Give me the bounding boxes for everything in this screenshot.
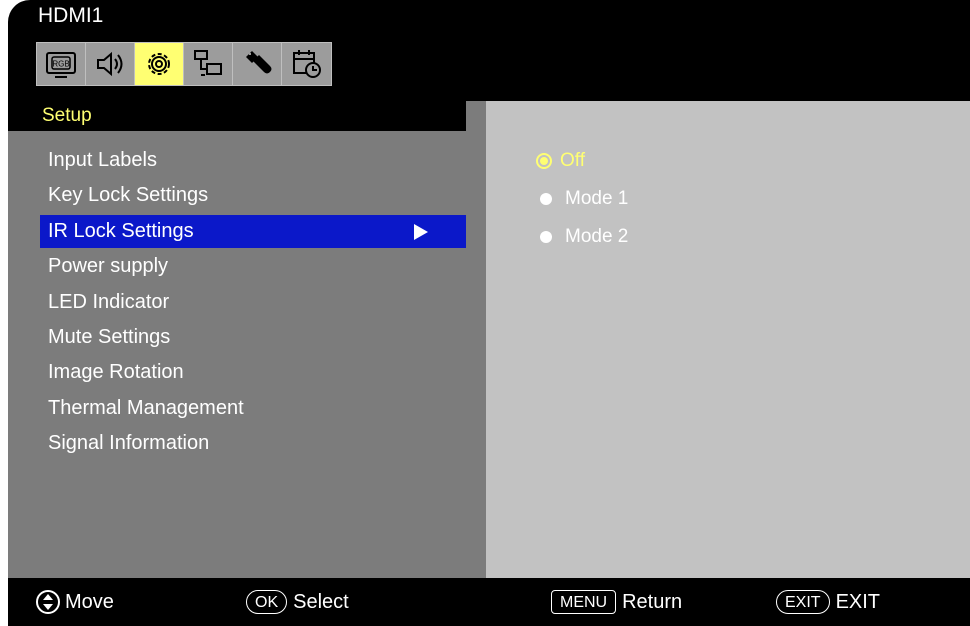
footer-exit[interactable]: EXIT EXIT bbox=[776, 578, 880, 626]
menu-item-label: Key Lock Settings bbox=[48, 184, 209, 207]
submenu-arrow-icon bbox=[414, 223, 428, 240]
tab-picture[interactable]: RGB bbox=[37, 43, 86, 85]
menu-item[interactable]: LED Indicator bbox=[40, 286, 466, 319]
option-item[interactable]: Mode 1 bbox=[536, 188, 628, 210]
option-item[interactable]: Off bbox=[536, 150, 585, 172]
menu-item[interactable]: Power supply bbox=[40, 250, 466, 283]
exit-key-icon: EXIT bbox=[776, 590, 830, 614]
radio-selected-icon bbox=[536, 153, 552, 169]
rgb-picture-icon: RGB bbox=[46, 52, 76, 78]
menu-item-label: Signal Information bbox=[48, 432, 210, 455]
radio-bullet-icon bbox=[540, 193, 552, 205]
menu-key-icon: MENU bbox=[551, 590, 617, 614]
menu-item[interactable]: Thermal Management bbox=[40, 392, 466, 425]
updown-arrow-icon bbox=[36, 590, 60, 614]
footer-return[interactable]: MENU Return bbox=[551, 578, 682, 626]
tab-network[interactable] bbox=[184, 43, 233, 85]
ok-key-icon: OK bbox=[246, 590, 288, 614]
gear-setup-icon bbox=[148, 53, 170, 75]
menu-item-label: Power supply bbox=[48, 255, 169, 278]
menu-item-label: LED Indicator bbox=[48, 290, 170, 313]
usb-icon bbox=[246, 51, 272, 74]
panel-divider bbox=[466, 101, 486, 131]
section-title: Setup bbox=[36, 101, 466, 131]
menu-item[interactable]: Input Labels bbox=[40, 144, 466, 177]
exit-label: EXIT bbox=[835, 590, 881, 613]
option-label: Mode 1 bbox=[565, 188, 629, 209]
footer-move: Move bbox=[36, 578, 114, 626]
radio-bullet-icon bbox=[540, 231, 552, 243]
input-title: HDMI1 bbox=[38, 4, 104, 27]
menu-item[interactable]: Key Lock Settings bbox=[40, 179, 466, 212]
footer-select[interactable]: OK Select bbox=[246, 578, 349, 626]
option-label: Mode 2 bbox=[565, 226, 629, 247]
network-icon bbox=[194, 50, 222, 76]
return-label: Return bbox=[622, 590, 683, 613]
osd-screen: HDMI1 RGB Setup Input Labels Key Lock Se… bbox=[8, 0, 970, 626]
tab-usb[interactable] bbox=[233, 43, 282, 85]
option-label: Off bbox=[560, 150, 585, 171]
schedule-icon bbox=[292, 50, 321, 78]
menu-item-label: Thermal Management bbox=[48, 396, 244, 419]
svg-text:RGB: RGB bbox=[52, 60, 69, 69]
speaker-audio-icon bbox=[97, 51, 123, 77]
select-label: Select bbox=[293, 590, 349, 613]
menu-item-label: Image Rotation bbox=[48, 361, 184, 384]
menu-item-label: Mute Settings bbox=[48, 326, 171, 348]
category-tabs: RGB bbox=[36, 42, 332, 86]
options-panel bbox=[486, 101, 970, 578]
menu-item[interactable]: IR Lock Settings bbox=[40, 214, 466, 248]
tab-audio[interactable] bbox=[86, 43, 135, 85]
footer-bar: Move OK Select MENU Return EXIT EXIT bbox=[8, 578, 970, 626]
menu-item[interactable]: Image Rotation bbox=[40, 356, 466, 389]
menu-item-label: Input Labels bbox=[48, 149, 157, 171]
move-label: Move bbox=[65, 590, 114, 613]
menu-item[interactable]: Mute Settings bbox=[40, 321, 466, 354]
menu-item-label: IR Lock Settings bbox=[48, 219, 194, 242]
tab-schedule[interactable] bbox=[282, 43, 331, 85]
option-item[interactable]: Mode 2 bbox=[536, 226, 628, 248]
tab-setup[interactable] bbox=[135, 43, 184, 85]
menu-item[interactable]: Signal Information bbox=[40, 427, 466, 460]
